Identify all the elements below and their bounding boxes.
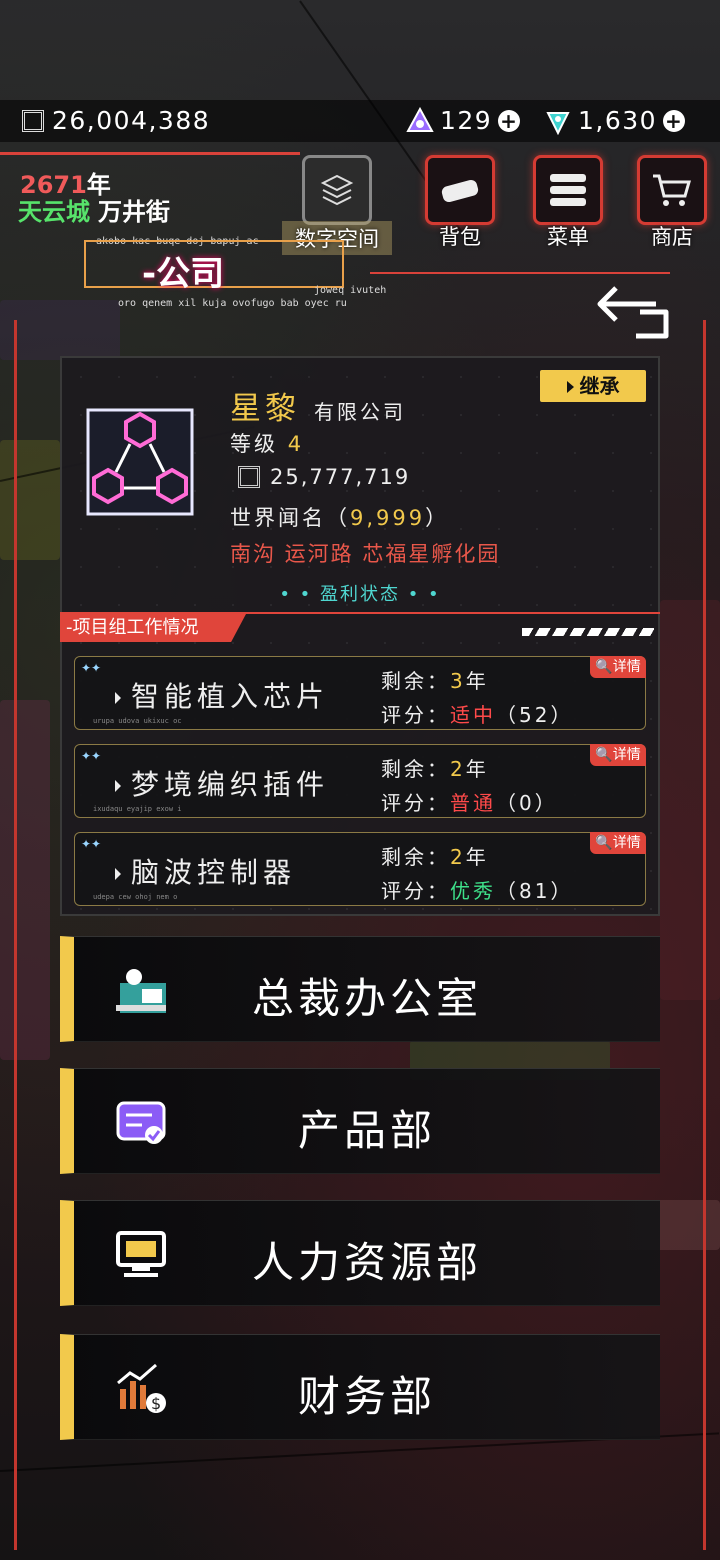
money-icon — [22, 109, 44, 132]
frame-right-edge — [703, 320, 706, 1550]
dept-finance-button[interactable]: $ 财务部 — [60, 1334, 660, 1440]
street-name: 万井街 — [98, 198, 170, 226]
crystal-display: 129 + — [406, 106, 521, 135]
crystal-icon — [406, 106, 434, 132]
money-icon — [238, 466, 260, 488]
project-score: 评分：适中（52） — [381, 703, 574, 727]
page-title: -公司 — [142, 254, 225, 294]
profit-status: • • 盈利状态 • • — [279, 584, 441, 605]
menu-icon — [533, 155, 603, 225]
sparkle-icon: ✦✦ — [81, 661, 102, 675]
dept-name: 人力资源部 — [251, 1238, 482, 1287]
city-name: 天云城 — [18, 198, 90, 226]
money-display: 26,004,388 — [22, 106, 210, 135]
dept-ceo-office-button[interactable]: 总裁办公室 — [60, 936, 660, 1042]
level-label: 等级 — [230, 432, 278, 456]
bag-button[interactable]: 背包 — [424, 155, 496, 251]
company-name: 星黎 — [230, 391, 300, 427]
inherit-button[interactable]: 继承 — [540, 370, 646, 402]
diamond-amount: 1,630 — [578, 106, 658, 135]
inherit-label: 继承 — [579, 374, 620, 398]
frame-left-edge — [14, 320, 17, 1550]
section-divider — [60, 612, 660, 614]
digital-space-icon — [302, 155, 372, 225]
company-suffix: 有限公司 — [314, 400, 406, 424]
company-cash-value: 25,777,719 — [270, 465, 411, 489]
bg-sign-3 — [0, 700, 50, 1060]
bag-icon — [425, 155, 495, 225]
add-diamond-button[interactable]: + — [663, 109, 686, 132]
project-remaining: 剩余：2年 — [381, 757, 489, 781]
menu-label: 菜单 — [547, 225, 589, 249]
title-deco-bottom: oro qenem xil kuja ovofugo bab oyec ru — [118, 298, 347, 309]
back-arrow-icon[interactable] — [596, 282, 672, 340]
project-card[interactable]: ✦✦ 智能植入芯片 剩余：3年 评分：适中（52） 🔍详情 urupa udov… — [74, 656, 646, 730]
company-fame: 世界闻名（9,999） — [230, 502, 449, 532]
bag-label: 背包 — [439, 225, 481, 249]
fame-label: 世界闻名（ — [230, 506, 350, 530]
diamond-icon — [546, 111, 570, 135]
project-detail-button[interactable]: 🔍详情 — [590, 832, 646, 854]
add-crystal-button[interactable]: + — [498, 109, 521, 132]
projects-section-title: -项目组工作情况 — [60, 614, 246, 642]
project-detail-button[interactable]: 🔍详情 — [590, 744, 646, 766]
play-icon — [566, 381, 574, 393]
dept-name: 产品部 — [297, 1106, 436, 1155]
project-score: 评分：优秀（81） — [381, 879, 574, 903]
project-remaining: 剩余：3年 — [381, 669, 489, 693]
project-subtext: udepa cew ohoj nem o — [93, 893, 178, 901]
company-level: 等级 4 — [230, 428, 304, 458]
project-subtext: ixudaqu eyajip exow i — [93, 805, 182, 813]
fame-close: ） — [425, 506, 450, 530]
money-amount: 26,004,388 — [52, 106, 211, 135]
bg-sign-2 — [0, 440, 60, 560]
project-name: 智能植入芯片 — [115, 675, 329, 715]
dept-product-button[interactable]: 产品部 — [60, 1068, 660, 1174]
project-name: 脑波控制器 — [115, 851, 296, 891]
project-name: 梦境编织插件 — [115, 763, 329, 803]
company-address: 南沟 运河路 芯福星孵化园 — [230, 542, 501, 566]
project-detail-button[interactable]: 🔍详情 — [590, 656, 646, 678]
dept-name: 财务部 — [297, 1372, 436, 1421]
header-red-line-right — [370, 272, 670, 274]
project-card[interactable]: ✦✦ 梦境编织插件 剩余：2年 评分：普通（0） 🔍详情 ixudaqu eya… — [74, 744, 646, 818]
company-logo-icon — [86, 408, 194, 516]
project-card[interactable]: ✦✦ 脑波控制器 剩余：2年 评分：优秀（81） 🔍详情 udepa cew o… — [74, 832, 646, 906]
project-remaining: 剩余：2年 — [381, 845, 489, 869]
company-cash: 25,777,719 — [238, 465, 410, 489]
level-value: 4 — [287, 432, 305, 456]
diamond-display: 1,630 + — [544, 106, 686, 135]
crystal-amount: 129 — [440, 106, 493, 135]
fame-value: 9,999 — [350, 506, 426, 530]
header-red-line — [0, 152, 300, 155]
bg-sign-1 — [0, 300, 120, 360]
sparkle-icon: ✦✦ — [81, 837, 102, 851]
page-title-frame: -公司 — [84, 240, 344, 294]
project-subtext: urupa udova ukixuc oc — [93, 717, 182, 725]
sparkle-icon: ✦✦ — [81, 749, 102, 763]
shop-cart-icon — [637, 155, 707, 225]
menu-button[interactable]: 菜单 — [532, 155, 604, 251]
bg-sign-4 — [660, 600, 720, 1000]
shop-label: 商店 — [651, 225, 693, 249]
location: 天云城 万井街 — [18, 192, 170, 227]
stripe-decoration — [522, 628, 654, 636]
shop-button[interactable]: 商店 — [636, 155, 708, 251]
dept-hr-button[interactable]: 人力资源部 — [60, 1200, 660, 1306]
company-name-block: 星黎 有限公司 — [230, 383, 406, 428]
project-score: 评分：普通（0） — [381, 791, 558, 815]
title-deco-right: joweq ivuteh — [314, 285, 387, 296]
dept-name: 总裁办公室 — [251, 974, 482, 1023]
